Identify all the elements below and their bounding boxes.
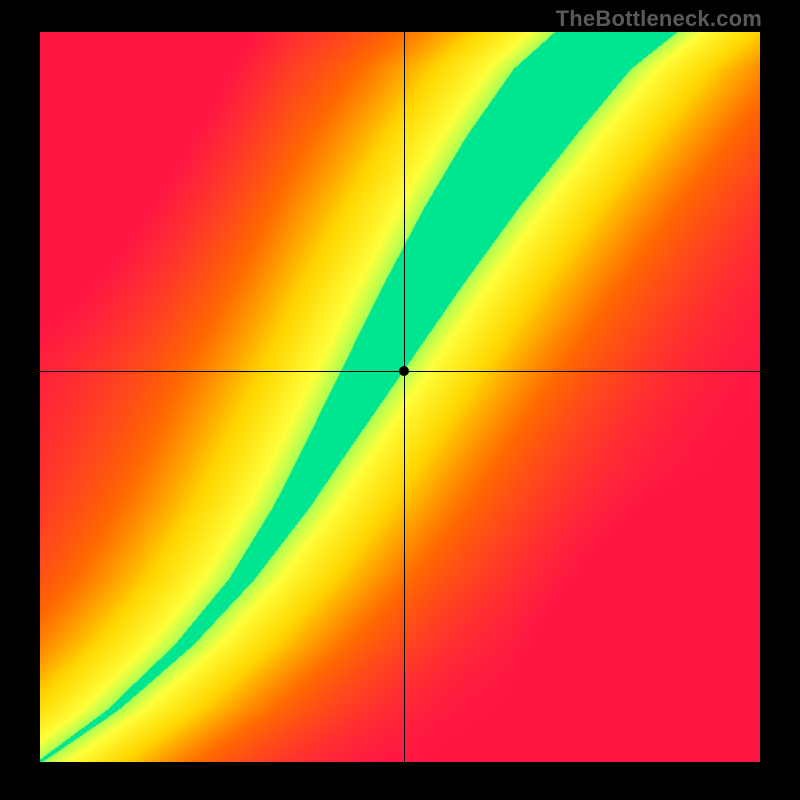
heatmap-canvas xyxy=(40,32,760,762)
crosshair-vertical xyxy=(404,32,405,762)
chart-frame: TheBottleneck.com xyxy=(0,0,800,800)
selection-marker xyxy=(399,366,409,376)
watermark-text: TheBottleneck.com xyxy=(556,6,762,32)
heatmap-plot xyxy=(40,32,760,762)
